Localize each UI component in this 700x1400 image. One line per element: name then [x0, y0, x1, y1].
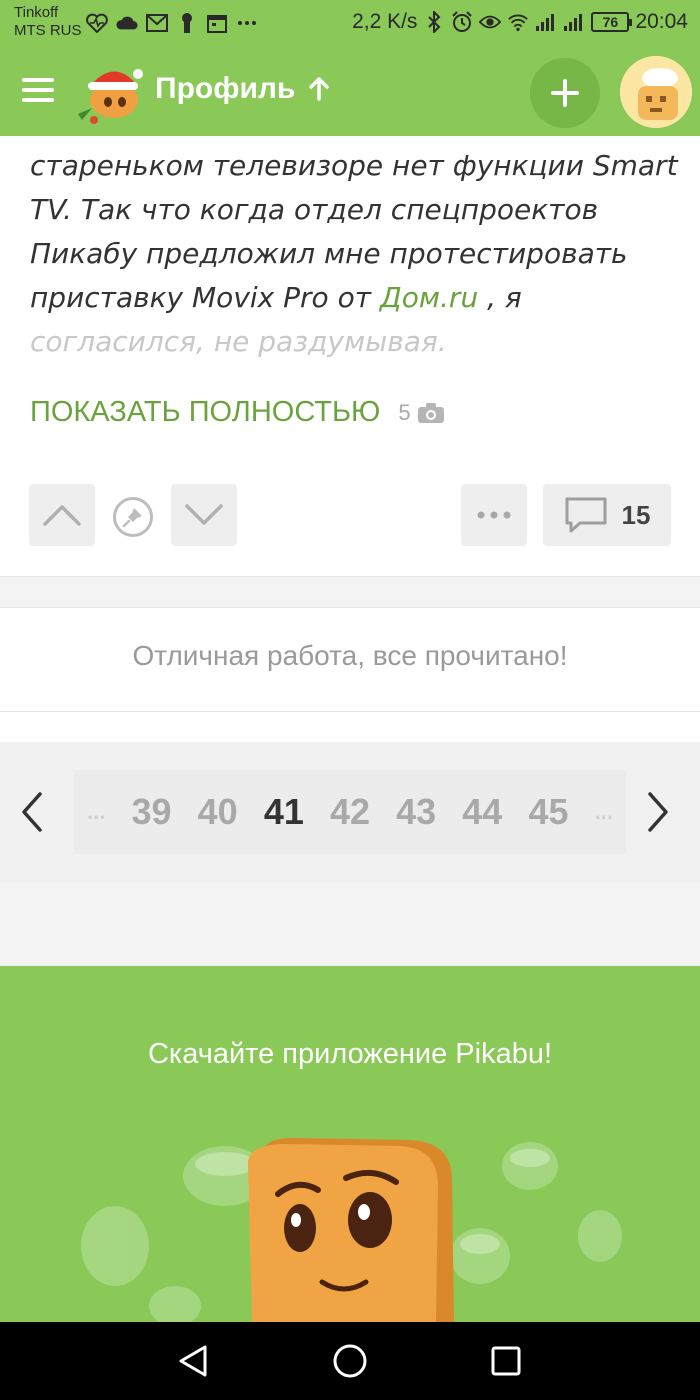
show-more-button[interactable]: ПОКАЗАТЬ ПОЛНОСТЬЮ 5 [30, 396, 445, 429]
page-title[interactable]: Профиль [155, 72, 330, 106]
signal-icon [535, 11, 557, 33]
chevron-down-icon [185, 504, 223, 525]
all-read-message: Отличная работа, все прочитано! [132, 640, 568, 671]
image-count-value: 5 [398, 399, 411, 425]
wifi-icon [507, 11, 529, 33]
page-link[interactable]: 43 [396, 791, 436, 833]
save-post-button[interactable] [113, 497, 153, 537]
alarm-icon [451, 11, 473, 33]
carrier-info: Tinkoff MTS RUS [14, 4, 82, 40]
pagination: ... 39 40 41 42 43 44 45 ... [0, 770, 700, 854]
page-link[interactable]: 45 [528, 791, 568, 833]
chevron-left-icon [22, 792, 42, 832]
chevron-up-icon [43, 505, 81, 526]
promo-text: Скачайте приложение Pikabu! [147, 1038, 553, 1070]
prev-page-button[interactable] [12, 786, 52, 838]
page-link[interactable]: 40 [198, 791, 238, 833]
post-text-faded-line: согласился, не раздумывая. [30, 325, 447, 358]
user-avatar-icon [620, 56, 692, 128]
comments-button[interactable]: 15 [543, 484, 671, 546]
clock: 20:04 [635, 10, 688, 33]
post-text-line: TV. Так что когда отдел спецпроектов [30, 193, 599, 226]
battery-indicator: 76 [591, 12, 633, 32]
system-navigation-bar [0, 1322, 700, 1400]
comment-bubble-icon [565, 497, 607, 533]
post-text-line: стареньком телевизоре нет функции Smart [30, 149, 678, 182]
heart-pulse-icon [86, 12, 108, 34]
cloud-icon [116, 12, 138, 34]
page-link[interactable]: 44 [462, 791, 502, 833]
chevron-right-icon [648, 792, 668, 832]
post-actions: 15 [0, 484, 700, 546]
section-divider [0, 711, 700, 712]
image-count: 5 [398, 400, 444, 426]
header-title-text: Профиль [155, 72, 296, 105]
next-page-button[interactable] [638, 786, 678, 838]
app-promo-banner[interactable]: Скачайте приложение Pikabu! [0, 966, 700, 1322]
comments-count: 15 [621, 499, 651, 530]
plus-icon [551, 79, 579, 107]
more-dots-icon [477, 511, 511, 519]
back-button[interactable] [170, 1338, 216, 1384]
calendar-icon [206, 12, 228, 34]
downvote-button[interactable] [171, 484, 237, 546]
post-text-line: приставку Movix Pro от Дом.ru , я [30, 276, 670, 320]
section-divider [0, 576, 700, 608]
back-triangle-icon [179, 1345, 207, 1377]
network-speed: 2,2 K/s [352, 10, 418, 33]
recents-button[interactable] [483, 1338, 529, 1384]
signal-icon [563, 11, 585, 33]
carrier-name-1: Tinkoff [14, 4, 59, 21]
post-text-segment: , я [478, 281, 522, 314]
keyhole-icon [176, 12, 198, 34]
more-dots-icon [236, 12, 258, 34]
page: Tinkoff MTS RUS 2,2 K/s 76 20:04 Профиль… [0, 0, 700, 1400]
hamburger-icon[interactable] [22, 72, 62, 112]
post-more-button[interactable] [461, 484, 527, 546]
status-bar: Tinkoff MTS RUS 2,2 K/s 76 20:04 [0, 0, 700, 48]
eye-icon [479, 11, 502, 33]
bluetooth-icon [423, 11, 445, 33]
page-numbers: ... 39 40 41 42 43 44 45 ... [74, 770, 626, 854]
page-link[interactable]: 42 [330, 791, 370, 833]
recents-square-icon [491, 1346, 521, 1376]
app-header: Профиль [0, 48, 700, 136]
post-text-segment: приставку Movix Pro от [30, 281, 380, 314]
home-button[interactable] [327, 1338, 373, 1384]
spacer [0, 882, 700, 966]
show-more-label: ПОКАЗАТЬ ПОЛНОСТЬЮ [30, 396, 381, 428]
pagination-ellipsis: ... [594, 799, 613, 824]
gmail-icon [146, 12, 168, 34]
pagination-ellipsis: ... [87, 799, 106, 824]
page-link[interactable]: 39 [132, 791, 172, 833]
status-right: 2,2 K/s 76 20:04 [352, 10, 688, 34]
arrow-up-icon [309, 77, 330, 101]
upvote-button[interactable] [29, 484, 95, 546]
home-circle-icon [333, 1344, 367, 1378]
carrier-name-2: MTS RUS [14, 22, 82, 39]
pin-icon [122, 508, 142, 528]
camera-icon [417, 402, 444, 423]
add-post-button[interactable] [530, 58, 600, 128]
current-page: 41 [263, 791, 304, 832]
santa-mascot-icon [78, 69, 143, 124]
post-text: стареньком телевизоре нет функции Smart … [30, 144, 678, 364]
avatar[interactable] [620, 56, 692, 128]
notification-icons [86, 12, 258, 34]
pikabu-mascot-illustration [81, 1137, 622, 1322]
dom-ru-link[interactable]: Дом.ru [380, 281, 478, 314]
post-text-line: Пикабу предложил мне протестировать [30, 237, 628, 270]
